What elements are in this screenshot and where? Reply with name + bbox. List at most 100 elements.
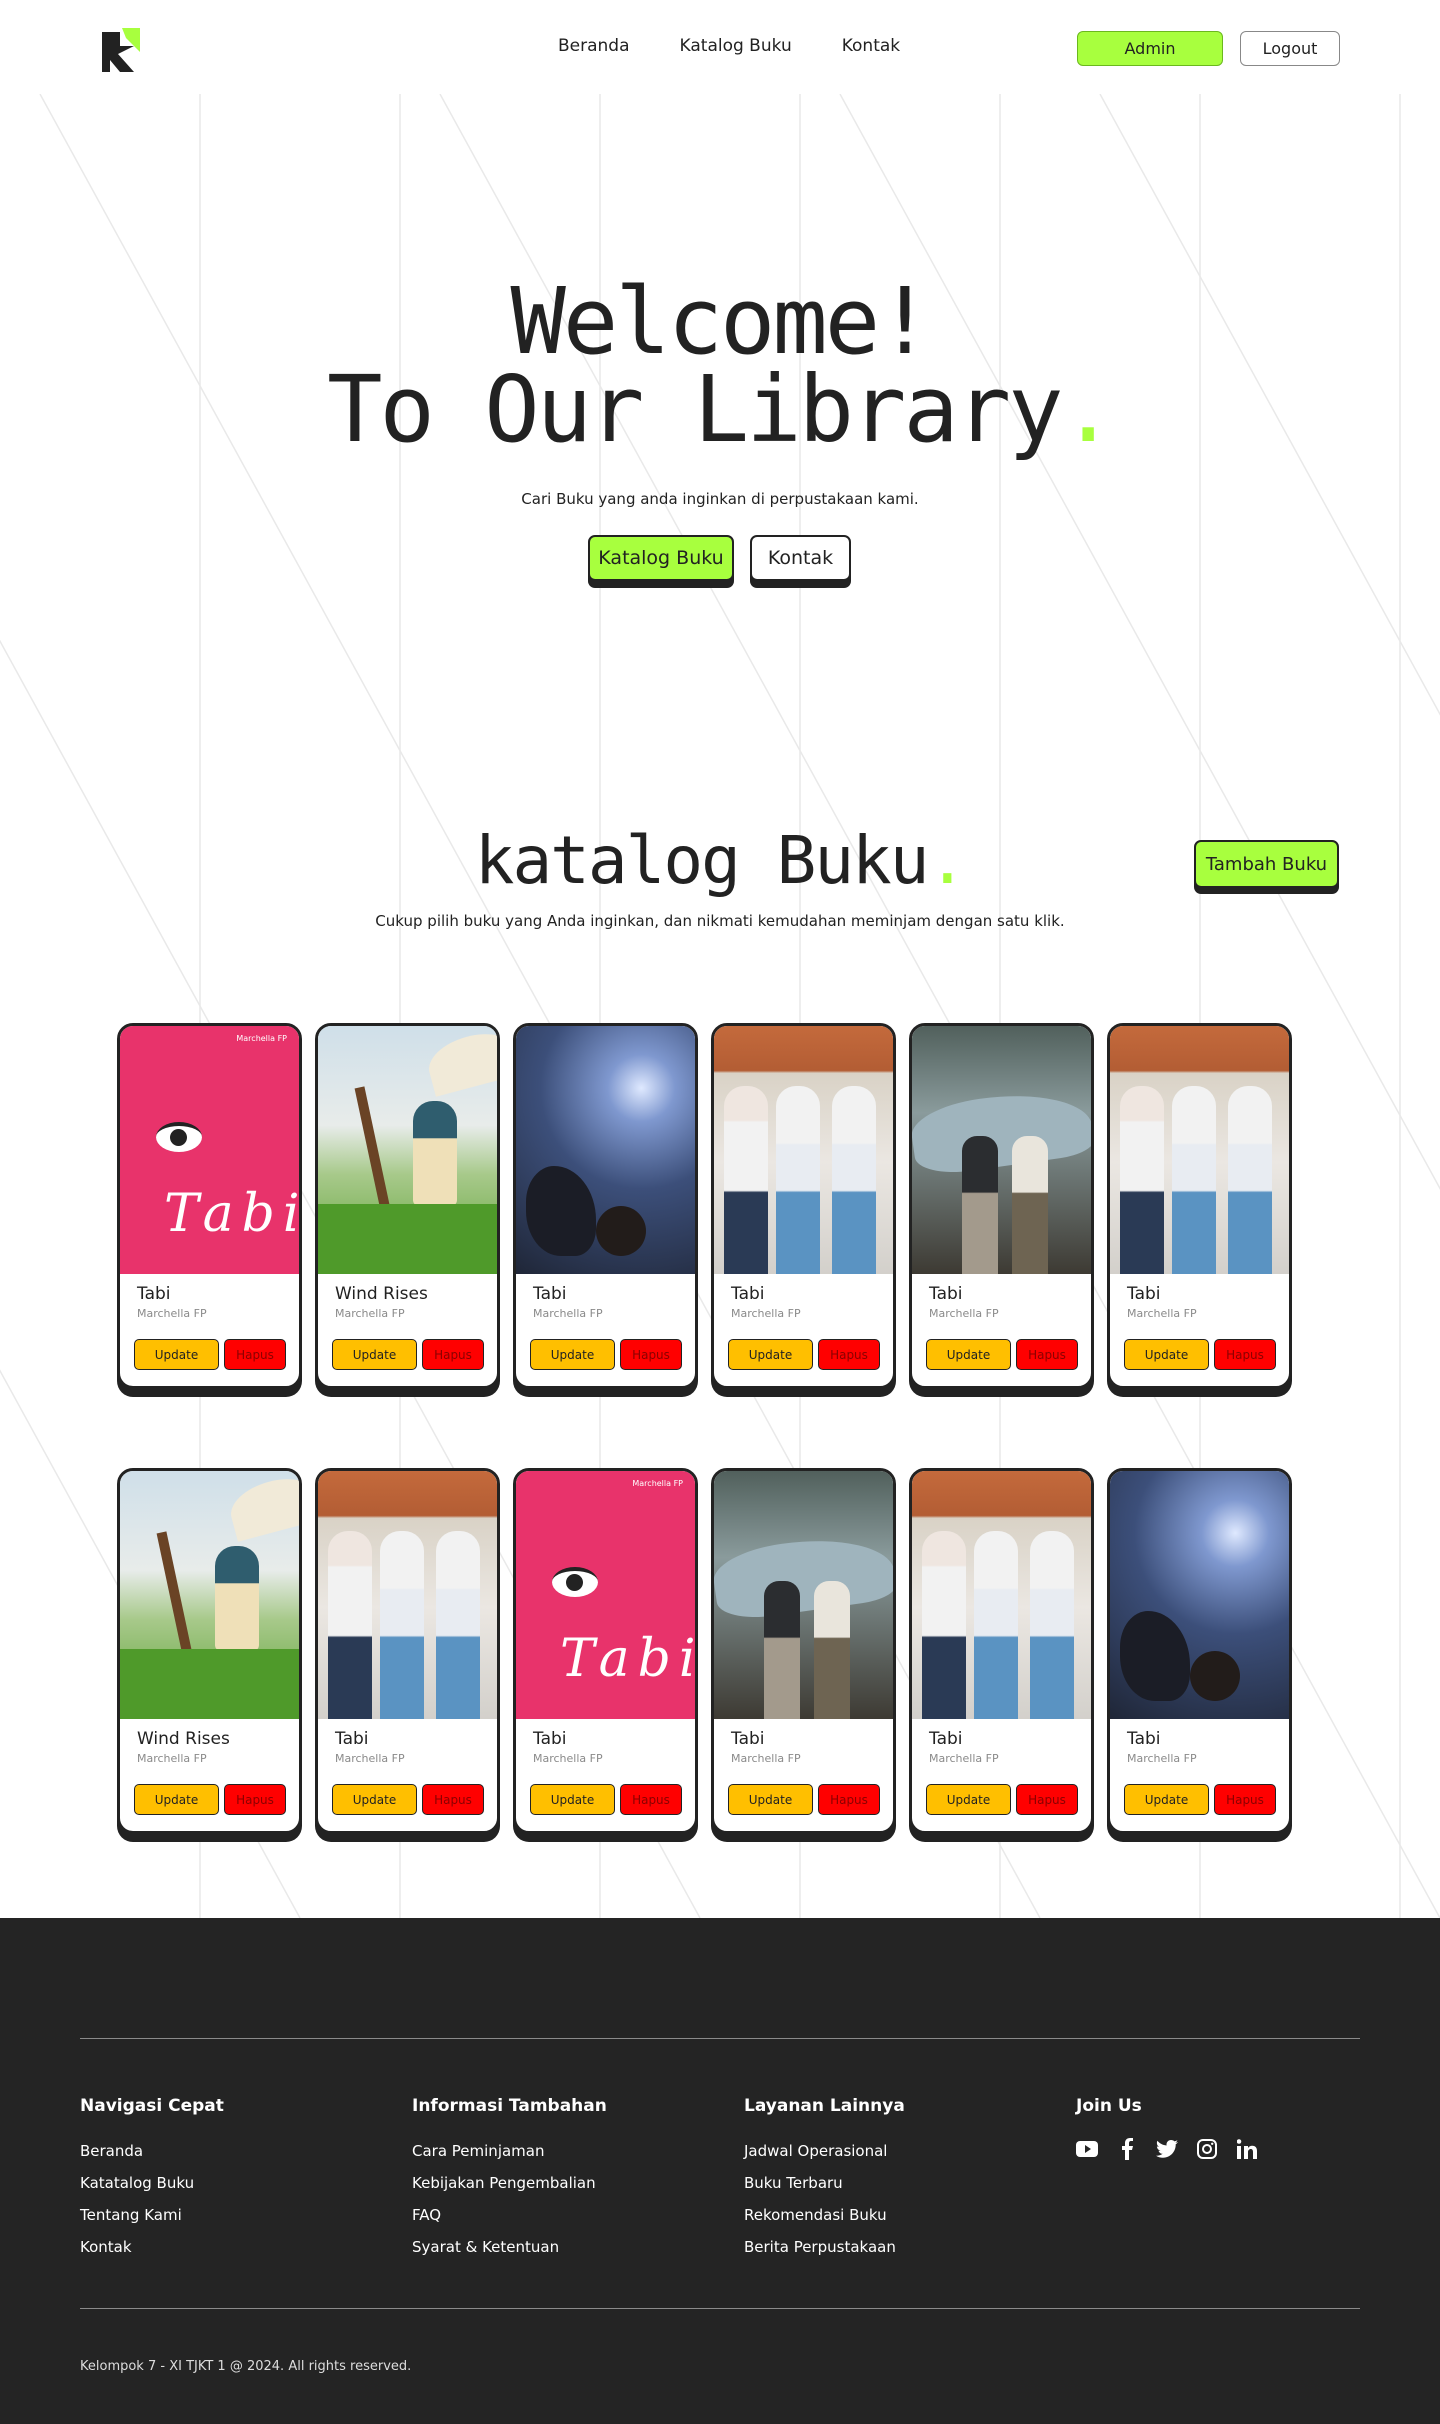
footer-col-navigasi: Navigasi Cepat Beranda Katatalog Buku Te… [80, 2096, 224, 2270]
hero-title: Welcome! To Our Library. [0, 276, 1440, 456]
hapus-button[interactable]: Hapus [422, 1784, 484, 1815]
footer-link[interactable]: Tentang Kami [80, 2206, 224, 2224]
book-title: Wind Rises [335, 1284, 428, 1304]
eye-illustration [552, 1567, 598, 1597]
copyright-text: Kelompok 7 - XI TJKT 1 @ 2024. All right… [80, 2359, 412, 2374]
update-button[interactable]: Update [332, 1339, 417, 1370]
tambah-buku-button[interactable]: Tambah Buku [1194, 840, 1339, 888]
book-author: Marchella FP [1127, 1307, 1197, 1320]
instagram-icon[interactable] [1196, 2138, 1218, 2160]
footer-link[interactable]: Kebijakan Pengembalian [412, 2174, 607, 2192]
book-author: Marchella FP [137, 1307, 207, 1320]
admin-button[interactable]: Admin [1077, 31, 1223, 66]
update-button[interactable]: Update [134, 1339, 219, 1370]
footer-heading: Join Us [1076, 2096, 1142, 2116]
hapus-button[interactable]: Hapus [224, 1784, 286, 1815]
book-card[interactable]: Tabi Marchella FP Update Hapus [1107, 1468, 1292, 1834]
nav-beranda[interactable]: Beranda [558, 36, 630, 56]
book-title: Tabi [137, 1284, 171, 1304]
hapus-button[interactable]: Hapus [620, 1784, 682, 1815]
book-cover-image[interactable] [1110, 1026, 1289, 1274]
book-title: Tabi [335, 1729, 369, 1749]
update-button[interactable]: Update [926, 1339, 1011, 1370]
linkedin-icon[interactable] [1236, 2138, 1258, 2160]
book-card[interactable]: Wind Rises Marchella FP Update Hapus [315, 1023, 500, 1389]
book-author: Marchella FP [929, 1307, 999, 1320]
update-button[interactable]: Update [1124, 1784, 1209, 1815]
book-card[interactable]: Tabi Marchella FP Update Hapus [909, 1468, 1094, 1834]
logout-button[interactable]: Logout [1240, 31, 1340, 66]
book-author: Marchella FP [1127, 1752, 1197, 1765]
update-button[interactable]: Update [1124, 1339, 1209, 1370]
book-cover-image[interactable]: Marchella FP Tabi [516, 1471, 695, 1719]
update-button[interactable]: Update [728, 1339, 813, 1370]
book-card[interactable]: Marchella FP Tabi Tabi Marchella FP Update Ha… [513, 1468, 698, 1834]
hapus-button[interactable]: Hapus [1214, 1339, 1276, 1370]
hapus-button[interactable]: Hapus [620, 1339, 682, 1370]
book-title: Tabi [533, 1729, 567, 1749]
hero-kontak-button[interactable]: Kontak [750, 535, 851, 581]
book-cover-image[interactable] [516, 1026, 695, 1274]
footer-link[interactable]: Syarat & Ketentuan [412, 2238, 607, 2256]
book-card[interactable]: Tabi Marchella FP Update Hapus [513, 1023, 698, 1389]
nav-katalog-buku[interactable]: Katalog Buku [680, 36, 792, 56]
footer-link[interactable]: Beranda [80, 2142, 224, 2160]
update-button[interactable]: Update [728, 1784, 813, 1815]
book-cover-image[interactable] [714, 1026, 893, 1274]
footer-link[interactable]: Cara Peminjaman [412, 2142, 607, 2160]
hapus-button[interactable]: Hapus [224, 1339, 286, 1370]
book-title: Tabi [929, 1729, 963, 1749]
card-actions: Update Hapus [332, 1784, 484, 1815]
hapus-button[interactable]: Hapus [422, 1339, 484, 1370]
hapus-button[interactable]: Hapus [1016, 1784, 1078, 1815]
nav-kontak[interactable]: Kontak [842, 36, 900, 56]
hapus-button[interactable]: Hapus [818, 1339, 880, 1370]
update-button[interactable]: Update [530, 1339, 615, 1370]
footer-divider [80, 2308, 1360, 2309]
book-cover-image[interactable] [912, 1026, 1091, 1274]
book-card[interactable]: Tabi Marchella FP Update Hapus [711, 1468, 896, 1834]
book-card[interactable]: Tabi Marchella FP Update Hapus [315, 1468, 500, 1834]
update-button[interactable]: Update [926, 1784, 1011, 1815]
update-button[interactable]: Update [530, 1784, 615, 1815]
footer-link[interactable]: Katatalog Buku [80, 2174, 224, 2192]
cover-author-text: Marchella FP [236, 1034, 287, 1043]
book-cover-image[interactable] [318, 1026, 497, 1274]
book-card[interactable]: Tabi Marchella FP Update Hapus [711, 1023, 896, 1389]
book-cover-image[interactable] [714, 1471, 893, 1719]
footer-divider [80, 2038, 1360, 2039]
update-button[interactable]: Update [134, 1784, 219, 1815]
book-card[interactable]: Wind Rises Marchella FP Update Hapus [117, 1468, 302, 1834]
accent-dot: . [927, 822, 968, 899]
hero-subtitle: Cari Buku yang anda inginkan di perpusta… [521, 490, 919, 508]
youtube-icon[interactable] [1076, 2138, 1098, 2160]
hapus-button[interactable]: Hapus [1214, 1784, 1276, 1815]
book-card[interactable]: Tabi Marchella FP Update Hapus [909, 1023, 1094, 1389]
katalog-subtitle: Cukup pilih buku yang Anda inginkan, dan… [375, 912, 1065, 930]
book-card[interactable]: Marchella FP Tabi Tabi Marchella FP Update Ha… [117, 1023, 302, 1389]
footer-link[interactable]: Buku Terbaru [744, 2174, 905, 2192]
hero-katalog-button[interactable]: Katalog Buku [588, 535, 734, 581]
book-cover-image[interactable] [318, 1471, 497, 1719]
book-cover-image[interactable]: Marchella FP Tabi [120, 1026, 299, 1274]
book-cover-image[interactable] [912, 1471, 1091, 1719]
footer-col-informasi: Informasi Tambahan Cara Peminjaman Kebij… [412, 2096, 607, 2270]
book-cover-image[interactable] [120, 1471, 299, 1719]
book-author: Marchella FP [533, 1307, 603, 1320]
footer-link[interactable]: Berita Perpustakaan [744, 2238, 905, 2256]
book-title: Wind Rises [137, 1729, 230, 1749]
twitter-icon[interactable] [1156, 2138, 1178, 2160]
footer-link[interactable]: FAQ [412, 2206, 607, 2224]
book-card[interactable]: Tabi Marchella FP Update Hapus [1107, 1023, 1292, 1389]
hapus-button[interactable]: Hapus [818, 1784, 880, 1815]
footer-link[interactable]: Jadwal Operasional [744, 2142, 905, 2160]
hapus-button[interactable]: Hapus [1016, 1339, 1078, 1370]
card-actions: Update Hapus [530, 1784, 682, 1815]
site-logo[interactable] [98, 24, 142, 72]
footer-link[interactable]: Kontak [80, 2238, 224, 2256]
book-title: Tabi [1127, 1729, 1161, 1749]
update-button[interactable]: Update [332, 1784, 417, 1815]
book-cover-image[interactable] [1110, 1471, 1289, 1719]
footer-link[interactable]: Rekomendasi Buku [744, 2206, 905, 2224]
facebook-icon[interactable] [1116, 2138, 1138, 2160]
